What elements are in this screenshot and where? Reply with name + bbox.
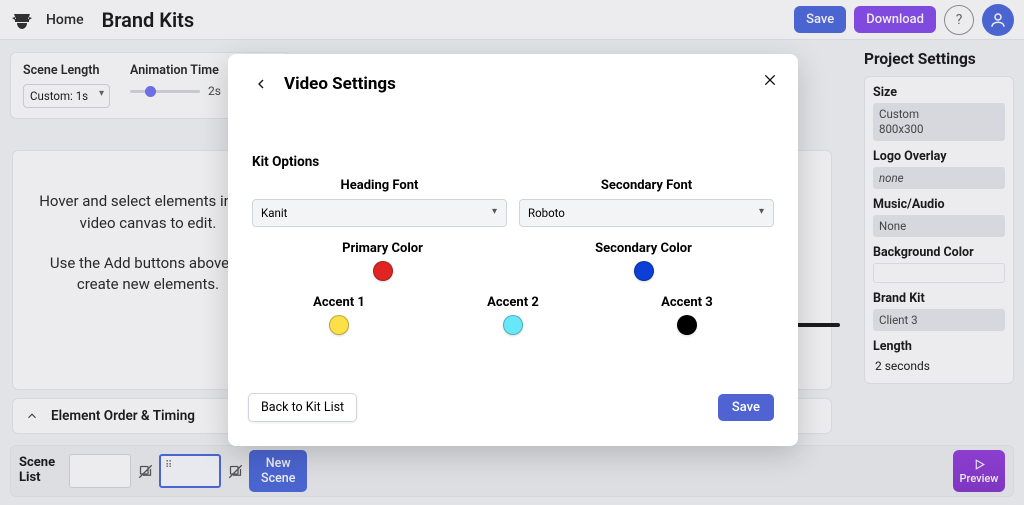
dialog-title: Video Settings [284, 74, 396, 94]
dialog-back-button[interactable] [252, 75, 270, 93]
dialog-save-button[interactable]: Save [718, 394, 774, 421]
accent2-label: Accent 2 [426, 295, 600, 310]
kit-options-label: Kit Options [252, 154, 774, 170]
video-settings-dialog: Video Settings Kit Options Heading Font … [228, 54, 798, 446]
accent3-label: Accent 3 [600, 295, 774, 310]
heading-font-select[interactable]: Kanit [252, 199, 507, 227]
secondary-font-label: Secondary Font [519, 178, 774, 193]
modal-overlay: Video Settings Kit Options Heading Font … [0, 0, 1024, 505]
primary-color-swatch[interactable] [373, 261, 393, 281]
accent3-swatch[interactable] [677, 315, 697, 335]
accent2-swatch[interactable] [503, 315, 523, 335]
back-to-kit-list-button[interactable]: Back to Kit List [248, 393, 357, 422]
close-icon[interactable] [762, 72, 780, 90]
primary-color-label: Primary Color [252, 241, 513, 256]
heading-font-label: Heading Font [252, 178, 507, 193]
secondary-color-swatch[interactable] [634, 261, 654, 281]
accent1-swatch[interactable] [329, 315, 349, 335]
secondary-color-label: Secondary Color [513, 241, 774, 256]
accent1-label: Accent 1 [252, 295, 426, 310]
secondary-font-select[interactable]: Roboto [519, 199, 774, 227]
